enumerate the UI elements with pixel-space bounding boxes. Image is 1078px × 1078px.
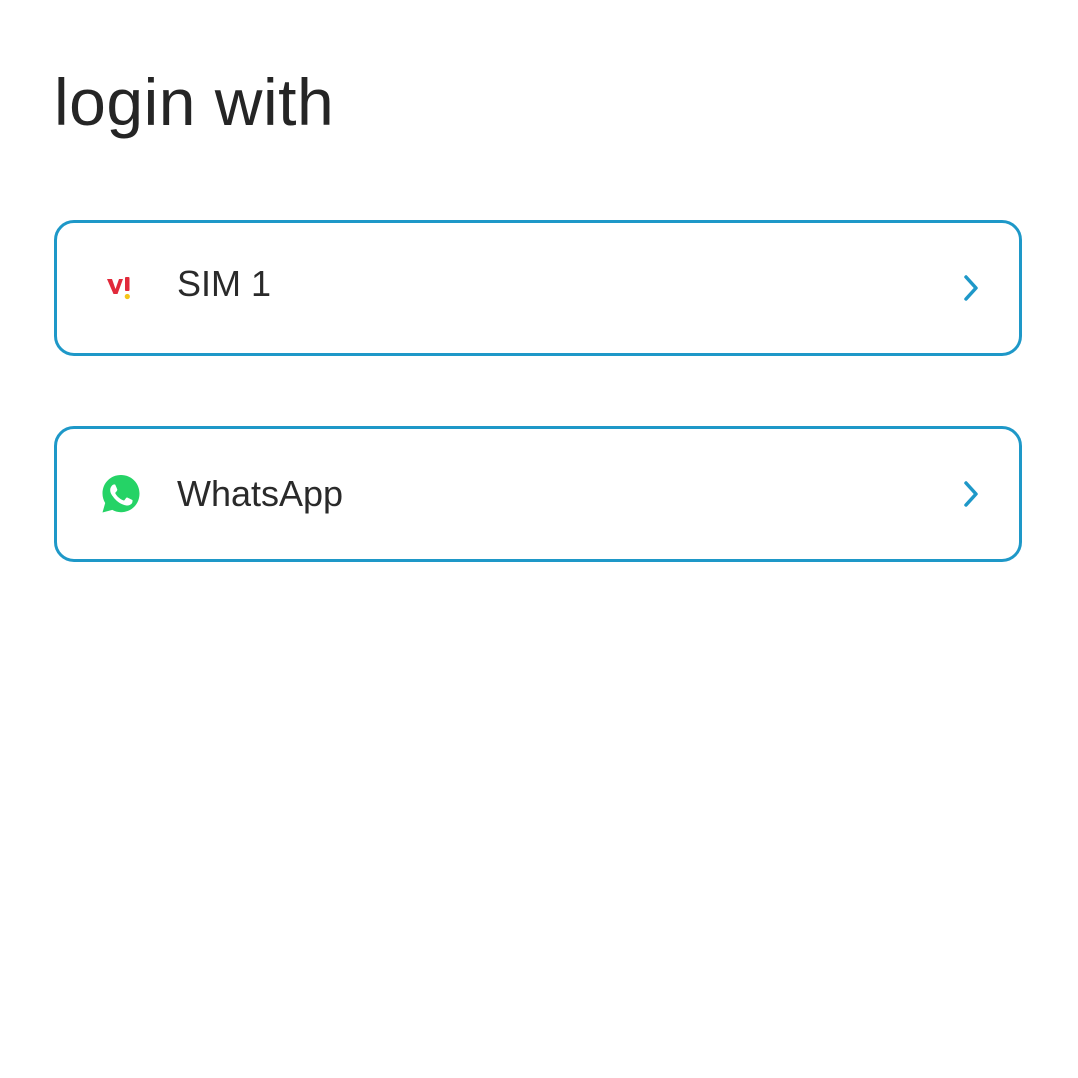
vi-logo-icon [99,266,143,310]
chevron-right-icon [959,272,983,304]
page-title: login with [54,65,335,139]
whatsapp-label: WhatsApp [177,473,344,514]
whatsapp-login-button[interactable]: WhatsApp [54,426,1022,562]
login-screen: login with SIM 1 WhatsApp [0,0,1078,1078]
sim1-login-button[interactable]: SIM 1 [54,220,1022,356]
sim1-label: SIM 1 [177,263,272,304]
chevron-right-icon [959,478,983,510]
whatsapp-icon [99,472,143,516]
